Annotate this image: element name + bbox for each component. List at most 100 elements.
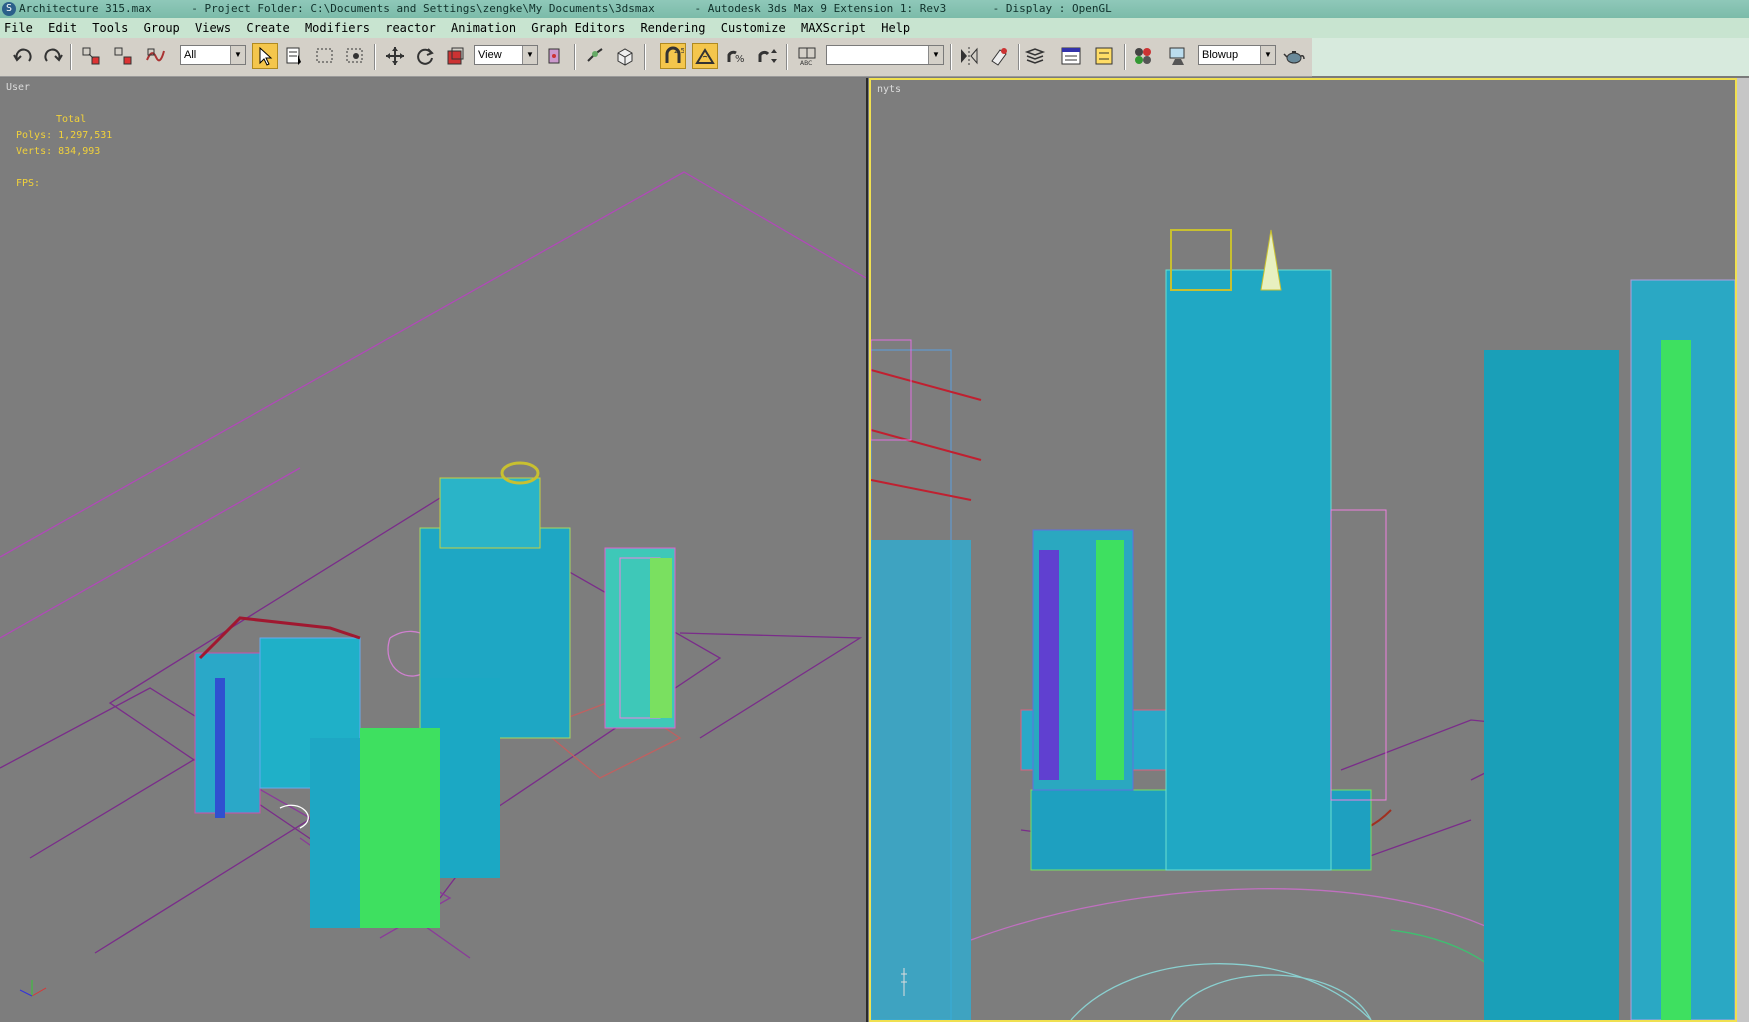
chevron-down-icon: ▼ bbox=[1260, 46, 1275, 64]
manipulate-icon bbox=[587, 48, 603, 62]
menu-animation[interactable]: Animation bbox=[451, 21, 516, 35]
select-by-name-icon bbox=[286, 47, 301, 65]
quick-render-button[interactable] bbox=[1281, 43, 1307, 69]
select-object-button[interactable] bbox=[252, 43, 278, 69]
building-right-tower bbox=[1630, 279, 1735, 1020]
toolbar-separator bbox=[574, 44, 576, 70]
render-type-dropdown[interactable]: Blowup ▼ bbox=[1198, 45, 1276, 65]
select-and-move-button[interactable] bbox=[382, 43, 408, 69]
percent-snap-button[interactable]: % bbox=[722, 43, 748, 69]
command-panel-edge[interactable] bbox=[1737, 78, 1749, 1022]
menu-modifiers[interactable]: Modifiers bbox=[305, 21, 370, 35]
viewport-camera[interactable]: nyts bbox=[869, 78, 1737, 1022]
selection-filter-dropdown[interactable]: All ▼ bbox=[180, 45, 246, 65]
toolbar-separator bbox=[786, 44, 788, 70]
building-purple-tower bbox=[1032, 529, 1134, 791]
select-by-name-button[interactable] bbox=[282, 43, 308, 69]
curve-editor-button[interactable] bbox=[1058, 43, 1084, 69]
select-and-link-button[interactable] bbox=[78, 43, 104, 69]
mirror-icon bbox=[961, 47, 978, 65]
schematic-view-icon bbox=[1095, 47, 1113, 65]
axis-tripod-icon bbox=[12, 966, 52, 1009]
align-icon bbox=[991, 48, 1007, 66]
mirror-button[interactable] bbox=[956, 43, 982, 69]
menu-edit[interactable]: Edit bbox=[48, 21, 77, 35]
building-far-right-slab bbox=[1484, 350, 1619, 1020]
undo-icon bbox=[13, 48, 32, 62]
render-scene-dialog-button[interactable] bbox=[1165, 43, 1191, 69]
menu-graph-editors[interactable]: Graph Editors bbox=[531, 21, 625, 35]
teapot-icon bbox=[1283, 51, 1305, 64]
pivot-center-icon bbox=[548, 48, 560, 64]
building-left-edge bbox=[871, 339, 982, 1020]
title-bar: S Architecture 315.max - Project Folder: … bbox=[0, 0, 1749, 18]
select-and-rotate-button[interactable] bbox=[412, 43, 438, 69]
spinner-snap-button[interactable] bbox=[754, 43, 780, 69]
material-editor-button[interactable] bbox=[1130, 43, 1156, 69]
rectangular-selection-button[interactable] bbox=[312, 43, 338, 69]
box-icon bbox=[617, 48, 633, 66]
unlink-icon bbox=[114, 47, 132, 65]
menu-rendering[interactable]: Rendering bbox=[640, 21, 705, 35]
menu-file[interactable]: File bbox=[4, 21, 33, 35]
scale-icon bbox=[447, 47, 464, 65]
window-crossing-button[interactable] bbox=[342, 43, 368, 69]
toolbar-separator bbox=[950, 44, 952, 70]
align-button[interactable] bbox=[986, 43, 1012, 69]
menu-customize[interactable]: Customize bbox=[721, 21, 786, 35]
menu-reactor[interactable]: reactor bbox=[385, 21, 436, 35]
spinner-snap-icon bbox=[758, 49, 777, 63]
building-green-tower bbox=[310, 728, 440, 928]
toolbar-separator bbox=[1124, 44, 1126, 70]
snaps-toggle-button[interactable]: 2.5 bbox=[660, 43, 686, 69]
render-setup-icon bbox=[1169, 47, 1185, 65]
schematic-view-button[interactable] bbox=[1091, 43, 1117, 69]
building-main-tower bbox=[1165, 229, 1387, 871]
undo-button[interactable] bbox=[10, 43, 36, 69]
edit-named-selection-button[interactable]: ABC bbox=[794, 43, 820, 69]
named-selection-set-dropdown[interactable]: ▼ bbox=[826, 45, 944, 65]
layer-manager-button[interactable] bbox=[1022, 43, 1048, 69]
menu-help[interactable]: Help bbox=[881, 21, 910, 35]
title-app: - Autodesk 3ds Max 9 Extension 1: Rev3 bbox=[694, 2, 947, 15]
menu-maxscript[interactable]: MAXScript bbox=[801, 21, 866, 35]
building-pink-tower bbox=[604, 547, 676, 729]
menu-bar: File Edit Tools Group Views Create Modif… bbox=[0, 18, 1749, 38]
select-and-manipulate-button[interactable] bbox=[582, 43, 608, 69]
app-logo-icon[interactable]: S bbox=[2, 2, 16, 16]
toolbar-background bbox=[1312, 38, 1749, 76]
keyboard-shortcut-override-button[interactable] bbox=[612, 43, 638, 69]
angle-snap-button[interactable] bbox=[692, 43, 718, 69]
rotate-icon bbox=[417, 48, 434, 65]
toolbar-separator bbox=[70, 44, 72, 70]
wireframe-scene bbox=[0, 171, 866, 959]
main-toolbar: All ▼ View ▼ 2.5 % ABC ▼ Blowup ▼ bbox=[0, 38, 1312, 77]
redo-button[interactable] bbox=[40, 43, 66, 69]
percent-snap-icon: % bbox=[727, 50, 745, 65]
axis-tripod-icon bbox=[889, 960, 919, 1003]
svg-text:ABC: ABC bbox=[800, 60, 812, 67]
material-spheres-icon bbox=[1135, 48, 1151, 64]
menu-group[interactable]: Group bbox=[144, 21, 180, 35]
chevron-down-icon: ▼ bbox=[522, 46, 537, 64]
bind-to-space-warp-button[interactable] bbox=[142, 43, 168, 69]
menu-create[interactable]: Create bbox=[246, 21, 289, 35]
reference-coordinate-dropdown[interactable]: View ▼ bbox=[474, 45, 538, 65]
pivot-center-button[interactable] bbox=[543, 43, 569, 69]
snap-label: 2.5 bbox=[674, 47, 684, 55]
menu-views[interactable]: Views bbox=[195, 21, 231, 35]
unlink-button[interactable] bbox=[110, 43, 136, 69]
link-icon bbox=[82, 47, 100, 65]
select-and-scale-button[interactable] bbox=[442, 43, 468, 69]
toolbar-separator bbox=[374, 44, 376, 70]
toolbar-separator bbox=[1018, 44, 1020, 70]
layers-icon bbox=[1024, 48, 1046, 64]
move-icon bbox=[386, 47, 404, 65]
cursor-arrow-icon bbox=[259, 46, 273, 66]
menu-tools[interactable]: Tools bbox=[92, 21, 128, 35]
redo-icon bbox=[44, 48, 63, 62]
title-display: - Display : OpenGL bbox=[992, 2, 1112, 15]
viewport-user[interactable]: User Total Polys: 1,297,531 Verts: 834,9… bbox=[0, 78, 868, 1022]
wireframe-scene bbox=[871, 229, 1735, 1020]
building-center-tower bbox=[419, 461, 571, 878]
